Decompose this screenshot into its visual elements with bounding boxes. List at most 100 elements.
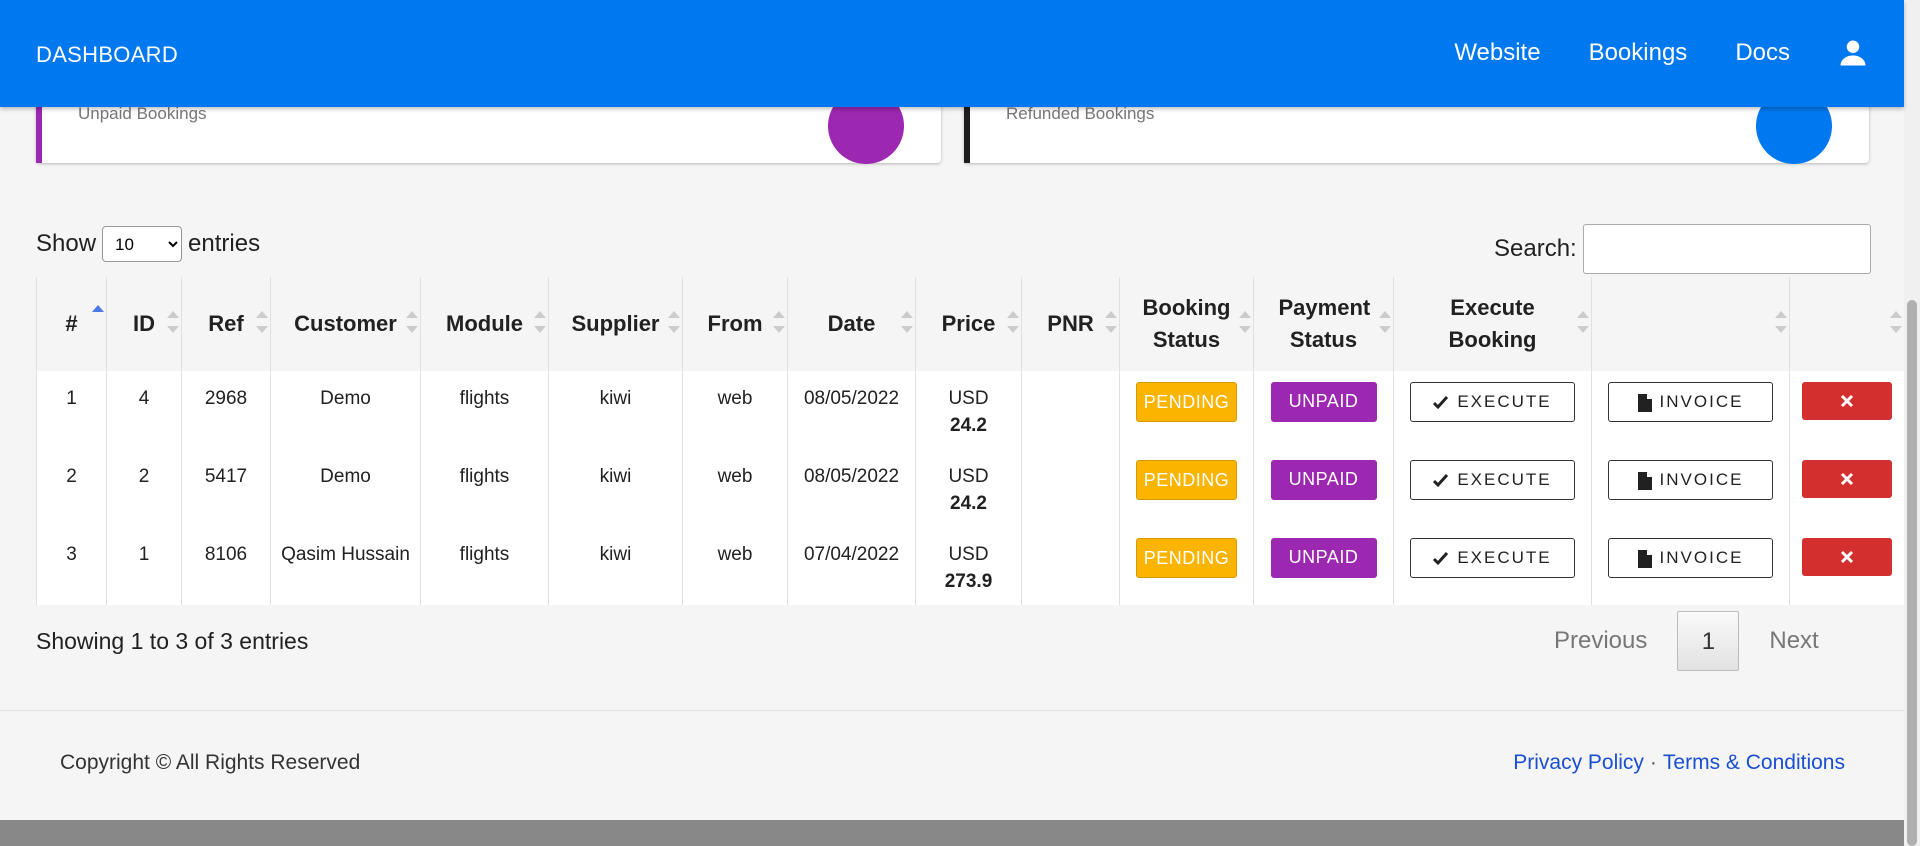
cell-delete [1789,527,1905,605]
privacy-policy-link[interactable]: Privacy Policy [1513,751,1644,774]
sort-icon [901,311,913,333]
cell-date: 08/05/2022 [787,371,916,449]
cell-supplier: kiwi [548,527,683,605]
page-size-select[interactable]: 10 [102,226,183,262]
search-control: Search: [1494,224,1871,274]
execute-button[interactable]: EXECUTE [1410,538,1575,578]
nav-bookings[interactable]: Bookings [1589,39,1688,67]
cell-delete [1789,371,1905,449]
cell-payment-status: UNPAID [1253,449,1394,527]
table-header-row: # ID Ref Customer Module Supplier From D… [36,277,1905,371]
page-scrollbar[interactable] [1904,0,1920,846]
col-number[interactable]: # [36,277,107,371]
nav-docs[interactable]: Docs [1735,39,1790,67]
col-ref[interactable]: Ref [181,277,271,371]
payment-status-badge[interactable]: UNPAID [1270,382,1377,422]
sort-icon [256,311,268,333]
cell-module: flights [420,449,549,527]
sort-icon [1007,311,1019,333]
close-icon [1840,395,1854,408]
delete-button[interactable] [1802,538,1892,576]
invoice-button[interactable]: INVOICE [1608,538,1773,578]
cell-execute: EXECUTE [1393,527,1592,605]
copyright-text: Copyright © All Rights Reserved [60,751,361,774]
booking-status-badge[interactable]: PENDING [1136,460,1237,500]
brand-title[interactable]: DASHBOARD [36,42,178,68]
cell-id: 4 [106,371,182,449]
col-booking-status[interactable]: Booking Status [1119,277,1254,371]
booking-status-badge[interactable]: PENDING [1136,538,1237,578]
page-size-control: Show 10 entries [36,226,260,262]
booking-status-badge[interactable]: PENDING [1136,382,1237,422]
invoice-button[interactable]: INVOICE [1608,382,1773,422]
cell-customer: Qasim Hussain [270,527,421,605]
delete-button[interactable] [1802,460,1892,498]
col-pnr[interactable]: PNR [1021,277,1120,371]
terms-link[interactable]: Terms & Conditions [1663,751,1845,774]
cell-pnr [1021,527,1120,605]
sort-icon [1577,311,1589,333]
price-amount: 24.2 [950,493,987,514]
execute-button[interactable]: EXECUTE [1410,460,1575,500]
cell-date: 08/05/2022 [787,449,916,527]
col-delete[interactable] [1789,277,1905,371]
next-button[interactable]: Next [1769,627,1818,655]
col-module[interactable]: Module [420,277,549,371]
cell-id: 2 [106,449,182,527]
cell-number: 1 [36,371,107,449]
col-invoice[interactable] [1591,277,1790,371]
cell-booking-status: PENDING [1119,527,1254,605]
cell-price: USD 273.9 [915,527,1022,605]
col-date[interactable]: Date [787,277,916,371]
cell-booking-status: PENDING [1119,371,1254,449]
sort-icon [167,311,179,333]
user-icon[interactable] [1838,38,1868,68]
cell-from: web [682,527,788,605]
cell-price: USD 24.2 [915,449,1022,527]
sort-icon [773,311,785,333]
footer-divider [0,710,1904,711]
col-id[interactable]: ID [106,277,182,371]
nav-website[interactable]: Website [1454,39,1540,67]
col-supplier[interactable]: Supplier [548,277,683,371]
previous-button[interactable]: Previous [1554,627,1647,655]
payment-status-badge[interactable]: UNPAID [1270,460,1377,500]
price-amount: 24.2 [950,415,987,436]
col-from[interactable]: From [682,277,788,371]
page-1-button[interactable]: 1 [1677,611,1740,671]
cell-delete [1789,449,1905,527]
document-icon [1637,549,1652,568]
cell-payment-status: UNPAID [1253,527,1394,605]
pagination: Previous 1 Next [1554,611,1819,671]
cell-module: flights [420,527,549,605]
cell-execute: EXECUTE [1393,371,1592,449]
col-price[interactable]: Price [915,277,1022,371]
table-row: 1 4 2968 Demo flights kiwi web 08/05/2022 USD 24.… [36,371,1905,449]
cell-customer: Demo [270,449,421,527]
cell-execute: EXECUTE [1393,449,1592,527]
cell-number: 3 [36,527,107,605]
price-amount: 273.9 [944,571,993,592]
cell-date: 07/04/2022 [787,527,916,605]
payment-status-badge[interactable]: UNPAID [1270,538,1377,578]
delete-button[interactable] [1802,382,1892,420]
col-payment-status[interactable]: Payment Status [1253,277,1394,371]
table-row: 2 2 5417 Demo flights kiwi web 08/05/2022 USD 24.… [36,449,1905,527]
show-label: Show [36,230,97,257]
cell-id: 1 [106,527,182,605]
close-icon [1840,551,1854,564]
check-icon [1433,473,1449,487]
search-input[interactable] [1582,224,1871,274]
sort-icon [1890,311,1902,333]
execute-button[interactable]: EXECUTE [1410,382,1575,422]
cell-customer: Demo [270,371,421,449]
sort-icon [1105,311,1117,333]
entries-label: entries [188,230,261,257]
invoice-button[interactable]: INVOICE [1608,460,1773,500]
check-icon [1433,395,1449,409]
close-icon [1840,473,1854,486]
cell-number: 2 [36,449,107,527]
col-execute-booking[interactable]: Execute Booking [1393,277,1592,371]
col-customer[interactable]: Customer [270,277,421,371]
scrollbar-thumb[interactable] [1907,300,1917,846]
